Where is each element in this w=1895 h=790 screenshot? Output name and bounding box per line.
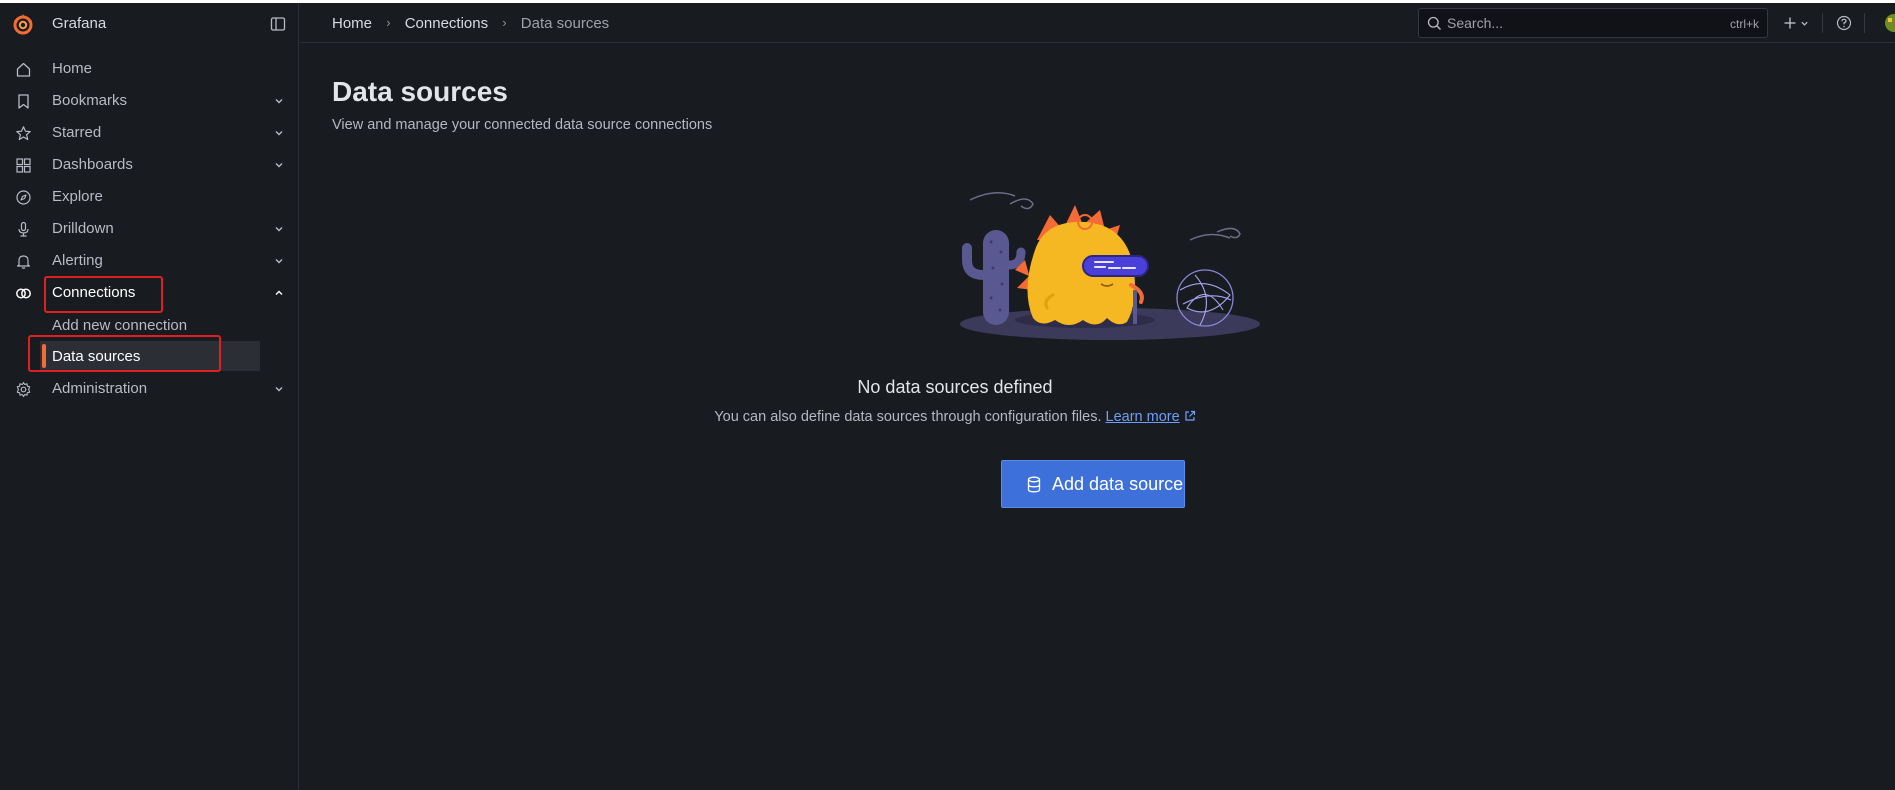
- breadcrumb-separator: ›: [502, 15, 507, 30]
- drilldown-icon: [18, 221, 29, 237]
- chevron-down-icon[interactable]: [274, 96, 284, 106]
- compass-icon: [16, 190, 31, 205]
- home-icon: [16, 62, 31, 77]
- sidebar-header: Grafana: [0, 3, 299, 43]
- sidebar-subitem-label: Data sources: [52, 348, 141, 365]
- database-icon: [1027, 476, 1041, 493]
- sidebar-item-dashboards[interactable]: Dashboards: [0, 149, 299, 181]
- plus-icon: [1784, 17, 1796, 29]
- chevron-down-icon[interactable]: [274, 384, 284, 394]
- breadcrumb-separator: ›: [386, 15, 391, 30]
- breadcrumb: Home › Connections › Data sources: [332, 15, 609, 32]
- sidebar-item-explore[interactable]: Explore: [0, 181, 299, 213]
- add-data-source-label: Add data source: [1052, 474, 1184, 494]
- chevron-down-icon[interactable]: [274, 128, 284, 138]
- sidebar-item-label: Dashboards: [52, 156, 133, 173]
- sidebar-item-bookmarks[interactable]: Bookmarks: [0, 85, 299, 117]
- avatar-icon: [1885, 14, 1895, 32]
- search-input[interactable]: Search... ctrl+k: [1418, 8, 1768, 38]
- add-data-source-button[interactable]: Add data source: [1001, 460, 1185, 508]
- sidebar-item-drilldown[interactable]: Drilldown: [0, 213, 299, 245]
- breadcrumb-data-sources: Data sources: [520, 15, 610, 32]
- breadcrumb-connections[interactable]: Connections: [405, 15, 488, 32]
- sidebar-item-home[interactable]: Home: [0, 53, 299, 85]
- sidebar-item-label: Explore: [52, 188, 103, 205]
- sidebar-subitem-add-new-connection[interactable]: Add new connection: [40, 310, 260, 340]
- sidebar-item-alerting[interactable]: Alerting: [0, 245, 299, 277]
- new-menu-button[interactable]: [1780, 11, 1814, 35]
- sidebar-item-label: Alerting: [52, 252, 103, 269]
- sidebar-item-label: Bookmarks: [52, 92, 128, 109]
- sidebar-item-starred[interactable]: Starred: [0, 117, 299, 149]
- sidebar-subitem-data-sources[interactable]: Data sources: [40, 341, 260, 371]
- sidebar-item-label: Administration: [52, 380, 148, 397]
- sidebar-item-label: Home: [52, 60, 93, 77]
- sidebar-item-connections[interactable]: Connections: [0, 277, 299, 309]
- toolbar-divider: [1864, 13, 1865, 33]
- sidebar-item-label: Connections: [52, 284, 136, 301]
- toolbar-divider: [1822, 13, 1823, 33]
- star-icon: [16, 126, 31, 141]
- user-avatar[interactable]: [1884, 11, 1895, 35]
- page-title: Data sources: [332, 76, 508, 107]
- sidebar: Grafana Home Bookmarks Starred Dashboard…: [0, 3, 299, 790]
- external-link-icon: [1185, 410, 1195, 421]
- chevron-down-icon[interactable]: [274, 256, 284, 266]
- sidebar-item-label: Drilldown: [52, 220, 114, 237]
- apps-icon: [16, 158, 31, 173]
- page-subtitle: View and manage your connected data sour…: [332, 117, 713, 133]
- chevron-down-icon[interactable]: [274, 160, 284, 170]
- top-bar: Home › Connections › Data sources Search…: [300, 3, 1895, 43]
- sidebar-item-administration[interactable]: Administration: [0, 373, 299, 405]
- bookmark-icon: [18, 94, 29, 109]
- sidebar-subitem-label: Add new connection: [52, 317, 188, 334]
- empty-state-text: You can also define data sources through…: [300, 409, 1610, 425]
- breadcrumb-home[interactable]: Home: [332, 15, 372, 32]
- dock-menu-icon[interactable]: [270, 16, 286, 32]
- bell-icon: [16, 255, 31, 269]
- chevron-down-icon: [1801, 21, 1808, 26]
- grafana-logo-icon[interactable]: [11, 12, 35, 36]
- link-icon: [16, 288, 31, 299]
- search-icon: [1427, 16, 1441, 30]
- gear-icon: [16, 381, 31, 398]
- app-title: Grafana: [52, 15, 107, 32]
- chevron-down-icon[interactable]: [274, 224, 284, 234]
- main-content: Data sources View and manage your connec…: [300, 44, 1895, 790]
- active-indicator: [42, 344, 46, 368]
- chevron-up-icon[interactable]: [274, 288, 284, 298]
- help-button[interactable]: [1832, 11, 1856, 35]
- learn-more-label: Learn more: [1105, 409, 1180, 425]
- search-placeholder: Search...: [1447, 15, 1504, 31]
- search-shortcut: ctrl+k: [1729, 17, 1759, 31]
- empty-state-title: No data sources defined: [857, 377, 1053, 397]
- learn-more-link[interactable]: Learn more: [1106, 409, 1180, 425]
- empty-state-illustration: [960, 192, 1260, 340]
- sidebar-item-label: Starred: [52, 124, 102, 141]
- help-icon: [1836, 15, 1852, 31]
- empty-state-description: You can also define data sources through…: [714, 409, 1102, 425]
